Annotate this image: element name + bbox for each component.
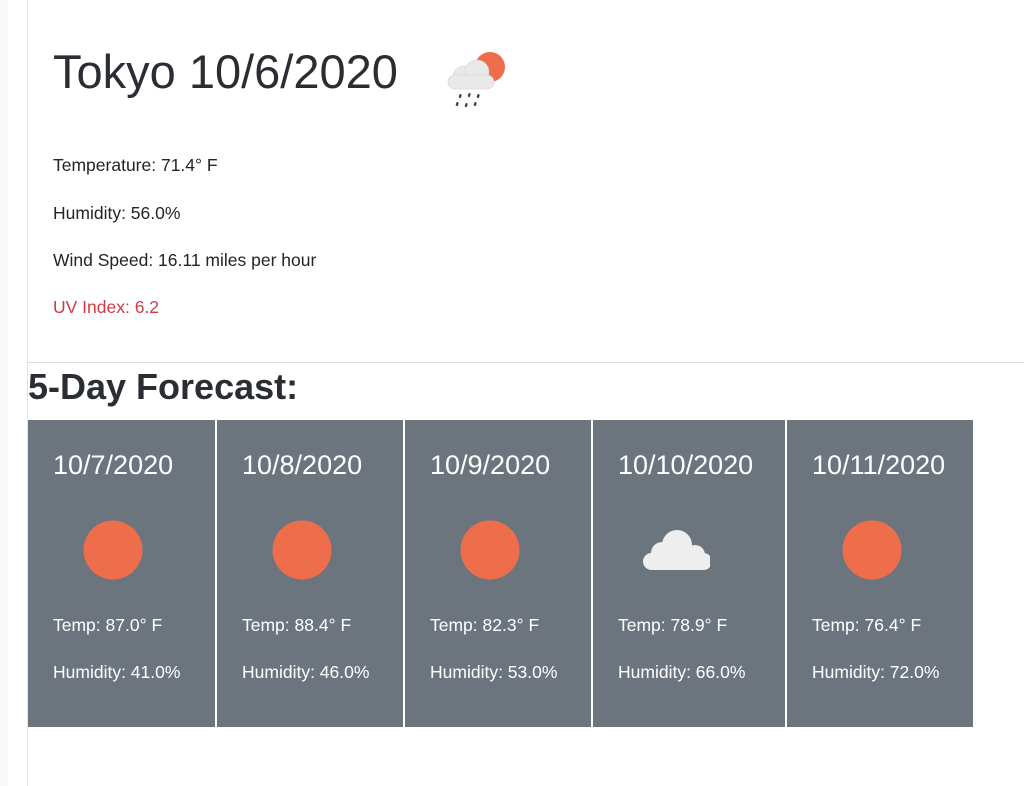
forecast-humidity: Humidity: 46.0% bbox=[242, 662, 370, 682]
forecast-date: 10/10/2020 bbox=[618, 450, 754, 480]
forecast-temp: Temp: 82.3° F bbox=[430, 615, 540, 635]
wind-speed-text: Wind Speed: 16.11 miles per hour bbox=[53, 250, 317, 270]
forecast-humidity: Humidity: 41.0% bbox=[53, 662, 181, 682]
page-left-margin bbox=[0, 0, 8, 786]
forecast-row: 10/7/2020 Temp: 87.0° F Humidity: 41.0% … bbox=[28, 420, 973, 727]
temperature-text: Temperature: 71.4° F bbox=[53, 155, 218, 175]
forecast-card: 10/7/2020 Temp: 87.0° F Humidity: 41.0% bbox=[28, 420, 217, 727]
cloud-icon bbox=[643, 530, 710, 570]
forecast-temp: Temp: 76.4° F bbox=[812, 615, 922, 635]
forecast-date: 10/9/2020 bbox=[430, 450, 551, 480]
current-weather-card: Tokyo 10/6/2020 Temperature: 71.4° F Hum… bbox=[28, 0, 1024, 363]
sun-icon bbox=[842, 520, 902, 580]
forecast-heading: 5-Day Forecast: bbox=[28, 366, 299, 407]
city-date-title: Tokyo 10/6/2020 bbox=[53, 45, 398, 98]
forecast-temp: Temp: 87.0° F bbox=[53, 615, 163, 635]
forecast-card: 10/9/2020 Temp: 82.3° F Humidity: 53.0% bbox=[405, 420, 593, 727]
forecast-date: 10/11/2020 bbox=[812, 450, 946, 480]
rain-cloud-sun-icon bbox=[447, 52, 505, 108]
forecast-humidity: Humidity: 66.0% bbox=[618, 662, 746, 682]
forecast-humidity: Humidity: 53.0% bbox=[430, 662, 558, 682]
forecast-humidity: Humidity: 72.0% bbox=[812, 662, 940, 682]
uv-index-text: UV Index: 6.2 bbox=[53, 297, 160, 317]
forecast-card: 10/11/2020 Temp: 76.4° F Humidity: 72.0% bbox=[787, 420, 973, 727]
sun-icon bbox=[460, 520, 520, 580]
humidity-text: Humidity: 56.0% bbox=[53, 203, 181, 223]
forecast-date: 10/8/2020 bbox=[242, 450, 363, 480]
sun-icon bbox=[272, 520, 332, 580]
forecast-card: 10/8/2020 Temp: 88.4° F Humidity: 46.0% bbox=[217, 420, 405, 727]
sun-icon bbox=[83, 520, 143, 580]
forecast-temp: Temp: 88.4° F bbox=[242, 615, 352, 635]
forecast-date: 10/7/2020 bbox=[53, 450, 174, 480]
forecast-temp: Temp: 78.9° F bbox=[618, 615, 728, 635]
forecast-card: 10/10/2020 Temp: 78.9° F Humidity: 66.0% bbox=[593, 420, 787, 727]
